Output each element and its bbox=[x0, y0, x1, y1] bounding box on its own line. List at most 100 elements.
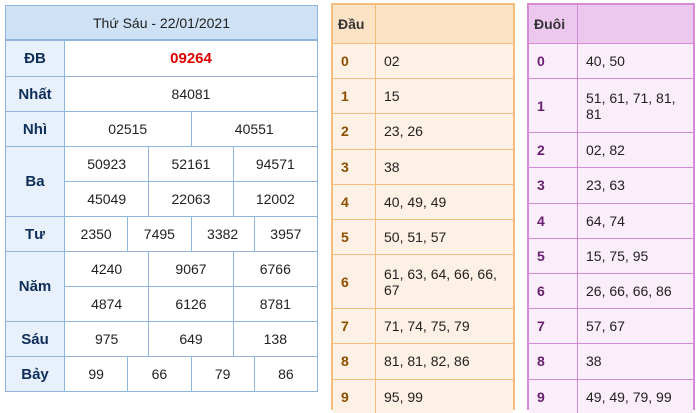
digit-values: 95, 99 bbox=[384, 389, 423, 406]
digit-key: 9 bbox=[529, 379, 578, 413]
digit-key: 7 bbox=[333, 309, 376, 344]
prize-label: Nhì bbox=[6, 112, 65, 146]
prize-number: 4874 bbox=[91, 296, 123, 312]
table-row: 7 71, 74, 75, 79 bbox=[333, 309, 513, 345]
digit-key: 2 bbox=[529, 133, 578, 168]
table-row: 4 64, 74 bbox=[529, 203, 693, 239]
prize-label: Nhất bbox=[6, 77, 65, 111]
prize-number: 6766 bbox=[232, 252, 317, 286]
prize-number: 975 bbox=[94, 331, 119, 347]
digit-key: 6 bbox=[333, 255, 376, 309]
table-row: 2 23, 26 bbox=[333, 114, 513, 150]
digit-values: 26, 66, 66, 86 bbox=[586, 283, 672, 300]
digit-values: 02, 82 bbox=[586, 142, 625, 159]
prize-number: 84081 bbox=[171, 86, 211, 102]
digit-values: 23, 63 bbox=[586, 177, 625, 194]
prize-row-special: ĐB 09264 bbox=[6, 40, 317, 76]
prize-number: 8781 bbox=[232, 287, 317, 321]
table-row: 1 51, 61, 71, 81, 81 bbox=[529, 79, 693, 134]
head-digit-table: Đầu 0 02 1 15 2 23, 26 3 38 4 40, 49, 49 5 50,… bbox=[331, 3, 515, 413]
prize-number: 79 bbox=[190, 357, 254, 391]
digit-values: 15 bbox=[384, 88, 400, 105]
digit-values: 23, 26 bbox=[384, 123, 423, 140]
prize-number: 9067 bbox=[148, 252, 232, 286]
head-header-label: Đầu bbox=[333, 5, 376, 43]
digit-values: 40, 49, 49 bbox=[384, 193, 447, 210]
digit-key: 1 bbox=[529, 79, 578, 133]
digit-key: 8 bbox=[529, 344, 578, 379]
prize-number: 2350 bbox=[80, 226, 112, 242]
prize-row-second: Nhì 02515 40551 bbox=[6, 111, 317, 146]
digit-key: 0 bbox=[529, 44, 578, 79]
prize-number: 52161 bbox=[148, 147, 232, 181]
digit-values: 64, 74 bbox=[586, 212, 625, 229]
tail-digit-table: Đuôi 0 40, 50 1 51, 61, 71, 81, 81 2 02, 82… bbox=[527, 3, 695, 413]
digit-key: 0 bbox=[333, 44, 376, 79]
digit-values: 02 bbox=[384, 53, 400, 70]
digit-key: 7 bbox=[529, 309, 578, 344]
digit-values: 71, 74, 75, 79 bbox=[384, 318, 470, 335]
prize-number: 94571 bbox=[232, 147, 317, 181]
digit-key: 4 bbox=[333, 184, 376, 219]
table-header: Đuôi bbox=[529, 5, 693, 44]
prize-number: 45049 bbox=[87, 191, 127, 207]
digit-values: 50, 51, 57 bbox=[384, 229, 447, 246]
prize-label: Tư bbox=[6, 217, 65, 251]
prize-number: 4240 bbox=[91, 261, 123, 277]
digit-key: 1 bbox=[333, 79, 376, 114]
digit-values: 81, 81, 82, 86 bbox=[384, 353, 470, 370]
digit-key: 5 bbox=[529, 238, 578, 273]
digit-values: 38 bbox=[586, 353, 602, 370]
digit-key: 3 bbox=[529, 168, 578, 203]
prize-number: 6126 bbox=[148, 287, 232, 321]
digit-key: 3 bbox=[333, 149, 376, 184]
digit-values: 57, 67 bbox=[586, 318, 625, 335]
digit-values: 38 bbox=[384, 158, 400, 175]
tail-header-label: Đuôi bbox=[529, 5, 578, 43]
table-row: 9 95, 99 bbox=[333, 379, 513, 413]
table-header: Đầu bbox=[333, 5, 513, 44]
prize-number: 02515 bbox=[108, 121, 148, 137]
prize-number: 50923 bbox=[87, 156, 127, 172]
prize-number: 649 bbox=[148, 322, 232, 356]
digit-key: 2 bbox=[333, 114, 376, 149]
prize-row-sixth: Sáu 975 649 138 bbox=[6, 321, 317, 356]
digit-values: 15, 75, 95 bbox=[586, 247, 649, 264]
prize-label: Ba bbox=[6, 147, 65, 216]
digit-values: 49, 49, 79, 99 bbox=[586, 389, 672, 406]
prize-row-third: Ba 50923 52161 94571 45049 22063 12002 bbox=[6, 146, 317, 216]
table-row: 0 40, 50 bbox=[529, 44, 693, 80]
table-row: 8 38 bbox=[529, 344, 693, 380]
digit-key: 4 bbox=[529, 203, 578, 238]
digit-key: 5 bbox=[333, 219, 376, 255]
table-row: 8 81, 81, 82, 86 bbox=[333, 344, 513, 380]
results-date-title: Thứ Sáu - 22/01/2021 bbox=[6, 6, 317, 40]
prize-number: 12002 bbox=[232, 182, 317, 216]
prize-label: ĐB bbox=[6, 41, 65, 76]
prize-number: 86 bbox=[253, 357, 317, 391]
prize-row-fifth: Năm 4240 9067 6766 4874 6126 8781 bbox=[6, 251, 317, 321]
table-row: 2 02, 82 bbox=[529, 133, 693, 169]
prize-number: 09264 bbox=[170, 50, 212, 67]
digit-key: 9 bbox=[333, 379, 376, 413]
digit-key: 6 bbox=[529, 273, 578, 309]
digit-values: 40, 50 bbox=[586, 53, 625, 70]
prize-number: 3382 bbox=[190, 217, 254, 251]
digit-values: 61, 63, 64, 66, 66, 67 bbox=[384, 265, 497, 298]
table-row: 6 61, 63, 64, 66, 66, 67 bbox=[333, 255, 513, 310]
table-row: 6 26, 66, 66, 86 bbox=[529, 273, 693, 310]
prize-number: 138 bbox=[232, 322, 317, 356]
prize-row-first: Nhất 84081 bbox=[6, 76, 317, 111]
table-row: 3 38 bbox=[333, 149, 513, 185]
prize-number: 99 bbox=[88, 366, 104, 382]
prize-number: 7495 bbox=[127, 217, 190, 251]
digit-key: 8 bbox=[333, 344, 376, 379]
table-row: 3 23, 63 bbox=[529, 168, 693, 204]
results-table: Thứ Sáu - 22/01/2021 ĐB 09264 Nhất 84081… bbox=[5, 5, 318, 392]
table-row: 5 15, 75, 95 bbox=[529, 238, 693, 274]
prize-number: 22063 bbox=[148, 182, 232, 216]
prize-row-seventh: Bảy 99 66 79 86 bbox=[6, 356, 317, 391]
prize-number: 40551 bbox=[190, 112, 318, 146]
table-row: 7 57, 67 bbox=[529, 309, 693, 345]
table-row: 9 49, 49, 79, 99 bbox=[529, 379, 693, 413]
